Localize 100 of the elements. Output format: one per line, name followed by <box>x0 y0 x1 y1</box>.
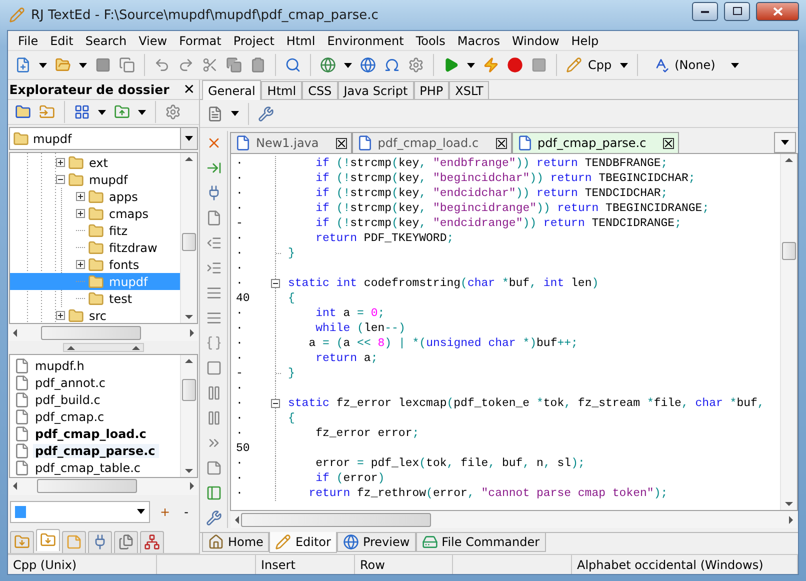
menu-item[interactable]: View <box>132 34 174 48</box>
minimize-button[interactable] <box>692 2 718 20</box>
folder-icon <box>88 290 104 307</box>
expand-icon[interactable] <box>76 260 85 270</box>
note-icon <box>66 534 82 550</box>
menu-item[interactable]: Macros <box>451 34 506 48</box>
fold-icon[interactable] <box>271 279 280 288</box>
menu-item[interactable]: Edit <box>44 34 80 48</box>
toolbar-tab[interactable]: CSS <box>302 81 338 99</box>
folder-tree-item[interactable]: fonts <box>76 256 180 274</box>
horizontal-scrollbar[interactable] <box>231 511 797 528</box>
menu-item[interactable]: Project <box>227 34 280 48</box>
caret-icon <box>781 140 789 145</box>
menu-item[interactable]: File <box>12 34 44 48</box>
menu-item[interactable]: Environment <box>321 34 410 48</box>
document-tab[interactable]: pdf_cmap_parse.c <box>512 132 680 153</box>
folder-tree-item[interactable]: mupdf <box>56 171 180 188</box>
tool-button[interactable] <box>204 508 224 527</box>
maximize-icon <box>732 7 742 15</box>
folder-tree-item[interactable]: cmaps <box>76 205 180 222</box>
line-number: - <box>235 367 244 380</box>
diagram-icon <box>144 534 160 550</box>
add-filter-button[interactable]: + <box>156 504 174 519</box>
panel-tab[interactable] <box>36 528 60 551</box>
expand-icon[interactable] <box>56 311 65 320</box>
note-icon <box>206 460 222 476</box>
settings-icon <box>408 57 424 73</box>
folder-tree-item[interactable]: test <box>76 290 180 308</box>
panel-tab[interactable] <box>88 530 112 553</box>
fold-icon[interactable] <box>271 399 280 408</box>
view-tab[interactable]: Editor <box>269 532 337 553</box>
dictionary-button[interactable]: (None) <box>650 53 718 77</box>
caret-icon <box>39 62 47 68</box>
insert-icon <box>207 106 223 122</box>
close-button[interactable]: ✕ <box>183 82 195 98</box>
line-number: · <box>235 172 244 185</box>
folder-icon <box>88 256 104 273</box>
file-list-item[interactable]: mupdf.h <box>14 357 180 374</box>
close-icon <box>665 140 672 146</box>
folder-tree-item[interactable]: ext <box>56 154 180 172</box>
remove-filter-button[interactable]: - <box>180 504 192 519</box>
file-icon <box>14 426 30 442</box>
document-tab[interactable]: pdf_cmap_load.c <box>352 132 512 153</box>
toolbar-tab[interactable]: PHP <box>414 81 450 99</box>
vertical-scrollbar[interactable] <box>780 154 797 510</box>
line-number: · <box>235 472 244 485</box>
vertical-scrollbar[interactable] <box>180 153 197 324</box>
path-combo[interactable]: mupdf <box>9 127 198 150</box>
vertical-scrollbar[interactable] <box>180 355 197 477</box>
file-list-item[interactable]: pdf_build.c <box>14 391 180 408</box>
menu-item[interactable]: Tools <box>410 34 452 48</box>
code-line: { <box>288 412 295 425</box>
file-list-item[interactable]: pdf_annot.c <box>14 374 180 392</box>
menu-item[interactable]: Help <box>565 34 605 48</box>
document-tab[interactable]: New1.java <box>230 132 352 153</box>
menu-item[interactable]: Html <box>280 34 322 48</box>
maximize-button[interactable] <box>724 2 750 20</box>
folder-icon <box>68 172 84 188</box>
folder-tree-item[interactable]: apps <box>76 188 180 206</box>
syntax-button[interactable]: Cpp <box>563 53 615 77</box>
filter-combo[interactable] <box>10 500 150 523</box>
dropdown-button[interactable] <box>774 132 796 153</box>
folder-icon <box>88 206 104 222</box>
panel-tab[interactable] <box>114 530 138 553</box>
menu-item[interactable]: Window <box>506 34 566 48</box>
panel-icon <box>206 484 222 500</box>
folder-tree-item[interactable]: fitz <box>76 222 180 240</box>
status-syntax: Cpp (Unix) <box>13 558 77 572</box>
horizontal-scrollbar[interactable] <box>9 324 198 342</box>
menu-item[interactable]: Search <box>79 34 133 48</box>
code-line: fz_error error; <box>314 427 420 440</box>
redo-icon <box>178 57 194 73</box>
file-list-item[interactable]: pdf_cmap_table.c <box>14 459 180 476</box>
file-icon <box>235 135 251 151</box>
expand-icon[interactable] <box>56 158 65 168</box>
collapse-icon[interactable] <box>56 175 65 184</box>
file-list-item[interactable]: pdf_cmap.c <box>14 408 180 426</box>
page-icon <box>206 210 222 226</box>
horizontal-scrollbar[interactable] <box>9 478 198 495</box>
close-button[interactable] <box>756 2 799 20</box>
panel-tab[interactable] <box>10 530 34 553</box>
folder-icon <box>68 154 84 171</box>
toolbar-tab[interactable]: Java Script <box>338 81 414 99</box>
filter-icon <box>15 506 26 518</box>
code-line: if (!strcmp(key, "endbfrange")) return TENDBFRANGE; <box>314 157 668 170</box>
view-tab[interactable]: Home <box>202 533 270 552</box>
code-line: if (!strcmp(key, "begincidchar")) return TBEGINCIDCHAR; <box>314 172 696 185</box>
view-tab[interactable]: Preview <box>336 533 416 552</box>
toolbar-tab[interactable]: Html <box>261 81 302 99</box>
menu-item[interactable]: Format <box>173 34 228 48</box>
panel-tab[interactable] <box>140 530 164 553</box>
view-tab[interactable]: File Commander <box>416 533 546 552</box>
code-line: error = pdf_lex(tok, file, buf, n, sl); <box>314 457 585 470</box>
folder-tree-item[interactable]: fitzdraw <box>76 239 180 256</box>
folder-tree-item[interactable]: src <box>56 307 180 324</box>
toolbar-tab[interactable]: General <box>202 80 262 100</box>
undo-icon <box>154 57 170 73</box>
toolbar-tab[interactable]: XSLT <box>449 81 490 99</box>
splitter[interactable] <box>63 343 144 352</box>
file-list-item[interactable]: pdf_cmap_load.c <box>14 425 180 442</box>
